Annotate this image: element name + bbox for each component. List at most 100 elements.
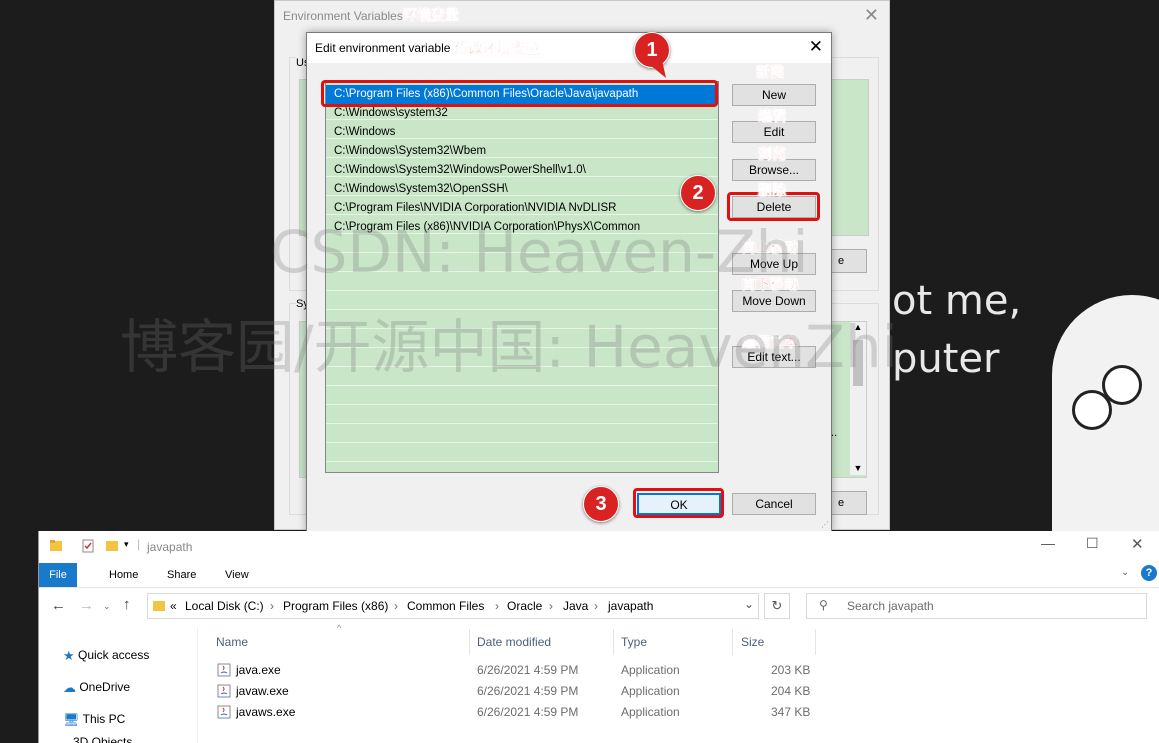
annotation-edit: 编辑 <box>758 108 786 124</box>
edit-dialog-close-icon[interactable]: ✕ <box>809 37 823 57</box>
file-row[interactable]: java.exe 6/26/2021 4:59 PM Application 2… <box>215 660 815 680</box>
address-bar[interactable]: « Local Disk (C:) › Program Files (x86) … <box>147 593 759 619</box>
file-size: 347 KB <box>771 705 811 719</box>
step-badge-3: 3 <box>583 486 619 522</box>
edit-dialog-titlebar: Edit environment variable ✕ <box>307 33 831 63</box>
breadcrumb-item[interactable]: Oracle <box>507 599 542 613</box>
recent-locations-icon[interactable]: ⌄ <box>103 601 111 612</box>
scroll-thumb[interactable] <box>853 340 863 386</box>
ribbon-expand-icon[interactable]: ⌄ <box>1121 567 1129 578</box>
star-icon: ★ <box>63 647 75 663</box>
breadcrumb-item[interactable]: Local Disk (C:) <box>185 599 264 613</box>
wallpaper-text-2: puter <box>892 336 1000 382</box>
file-type: Application <box>621 705 680 719</box>
path-list[interactable]: C:\Program Files (x86)\Common Files\Orac… <box>325 81 719 473</box>
path-list-item[interactable]: C:\Program Files (x86)\NVIDIA Corporatio… <box>326 218 718 237</box>
explorer-titlebar: ▾ | javapath — ☐ ✕ <box>39 531 1159 563</box>
annotation-edit-title: 修改环境变量 <box>455 40 539 56</box>
search-box[interactable]: ⚲ Search javapath <box>806 593 1147 619</box>
nav-onedrive[interactable]: ☁ OneDrive <box>63 677 130 697</box>
column-separator[interactable] <box>613 629 614 655</box>
address-dropdown-icon[interactable]: ⌄ <box>744 597 754 611</box>
breadcrumb-item[interactable]: Java <box>563 599 588 613</box>
scroll-up-icon[interactable]: ▲ <box>850 322 866 332</box>
address-folder-icon <box>153 601 165 611</box>
resize-grip-icon[interactable]: ⋰ <box>821 520 829 529</box>
nav-divider <box>197 627 198 743</box>
java-exe-icon <box>217 705 231 719</box>
column-header-type[interactable]: Type <box>621 631 647 653</box>
forward-icon[interactable]: → <box>79 597 94 614</box>
back-icon[interactable]: ← <box>51 597 66 614</box>
system-list-scrollbar[interactable]: ▲ ▼ <box>850 322 866 475</box>
breadcrumb-separator-icon: › <box>594 599 598 613</box>
computer-icon: 🖥 <box>63 711 80 727</box>
nav-label: 3D Objects <box>73 735 133 743</box>
file-date: 6/26/2021 4:59 PM <box>477 684 579 698</box>
path-list-item[interactable]: C:\Windows\System32\OpenSSH\ <box>326 180 718 199</box>
maximize-icon[interactable]: ☐ <box>1086 535 1099 552</box>
ribbon-tabs: File Home Share View ⌄ ? <box>39 563 1159 588</box>
breadcrumb-item[interactable]: Program Files (x86) <box>283 599 388 613</box>
java-exe-icon <box>217 663 231 677</box>
up-icon[interactable]: ↑ <box>123 596 131 613</box>
badge-pointer-1 <box>644 60 666 78</box>
tab-file[interactable]: File <box>39 563 77 587</box>
tab-view[interactable]: View <box>215 563 259 587</box>
file-row[interactable]: javaws.exe 6/26/2021 4:59 PM Application… <box>215 702 815 722</box>
tab-share[interactable]: Share <box>157 563 206 587</box>
column-header-name[interactable]: Name <box>216 631 248 653</box>
breadcrumb-separator-icon: › <box>495 599 499 613</box>
help-icon[interactable]: ? <box>1141 565 1157 581</box>
annotation-edit-text: 编辑文本 <box>742 334 798 350</box>
scroll-down-icon[interactable]: ▼ <box>850 463 866 473</box>
refresh-icon[interactable]: ↻ <box>764 593 790 619</box>
new-button[interactable]: New <box>732 84 816 106</box>
tab-home[interactable]: Home <box>99 563 148 587</box>
env-dialog-close-icon[interactable]: ✕ <box>864 5 879 26</box>
sort-indicator-icon: ^ <box>337 623 342 633</box>
file-explorer-window: ▾ | javapath — ☐ ✕ File Home Share View … <box>38 531 1159 743</box>
search-icon: ⚲ <box>819 598 828 612</box>
search-input[interactable]: Search javapath <box>847 599 934 613</box>
nav-3d-objects[interactable]: 3D Objects <box>73 732 132 743</box>
annotation-new: 新建 <box>756 64 784 80</box>
nav-label: OneDrive <box>79 680 131 694</box>
file-row[interactable]: javaw.exe 6/26/2021 4:59 PM Application … <box>215 681 815 701</box>
path-list-item[interactable]: C:\Windows <box>326 123 718 142</box>
path-list-item[interactable]: C:\Windows\System32\WindowsPowerShell\v1… <box>326 161 718 180</box>
nav-this-pc[interactable]: 🖥 This PC <box>63 709 125 729</box>
file-size: 203 KB <box>771 663 811 677</box>
annotation-browse: 浏览 <box>758 146 786 162</box>
file-type: Application <box>621 684 680 698</box>
breadcrumb-separator-icon: › <box>394 599 398 613</box>
step-badge-2: 2 <box>680 175 716 211</box>
file-date: 6/26/2021 4:59 PM <box>477 663 579 677</box>
qat-dropdown-icon[interactable]: ▾ <box>124 539 129 550</box>
breadcrumb-item[interactable]: Common Files <box>407 599 484 613</box>
nav-label: Quick access <box>78 648 150 662</box>
breadcrumb-item[interactable]: javapath <box>608 599 653 613</box>
breadcrumb-separator-icon: › <box>549 599 553 613</box>
java-exe-icon <box>217 684 231 698</box>
column-header-size[interactable]: Size <box>741 631 764 653</box>
cloud-icon: ☁ <box>63 679 76 695</box>
column-header-date[interactable]: Date modified <box>477 631 551 653</box>
path-list-item[interactable]: C:\Windows\System32\Wbem <box>326 142 718 161</box>
address-overflow-icon[interactable]: « <box>170 599 177 613</box>
minimize-icon[interactable]: — <box>1041 535 1055 551</box>
nav-quick-access[interactable]: ★ Quick access <box>63 645 149 665</box>
annotation-delete: 删除 <box>758 182 786 198</box>
cancel-button[interactable]: Cancel <box>732 493 816 515</box>
annotation-box-ok <box>633 488 724 518</box>
path-list-item[interactable]: C:\Program Files\NVIDIA Corporation\NVID… <box>326 199 718 218</box>
new-folder-icon[interactable] <box>105 539 119 553</box>
folder-icon <box>50 540 62 551</box>
close-icon[interactable]: ✕ <box>1131 535 1144 553</box>
column-separator[interactable] <box>815 629 816 655</box>
column-separator[interactable] <box>469 629 470 655</box>
column-separator[interactable] <box>732 629 733 655</box>
file-size: 204 KB <box>771 684 811 698</box>
properties-icon[interactable] <box>81 539 95 553</box>
wallpaper-face <box>1052 295 1159 555</box>
